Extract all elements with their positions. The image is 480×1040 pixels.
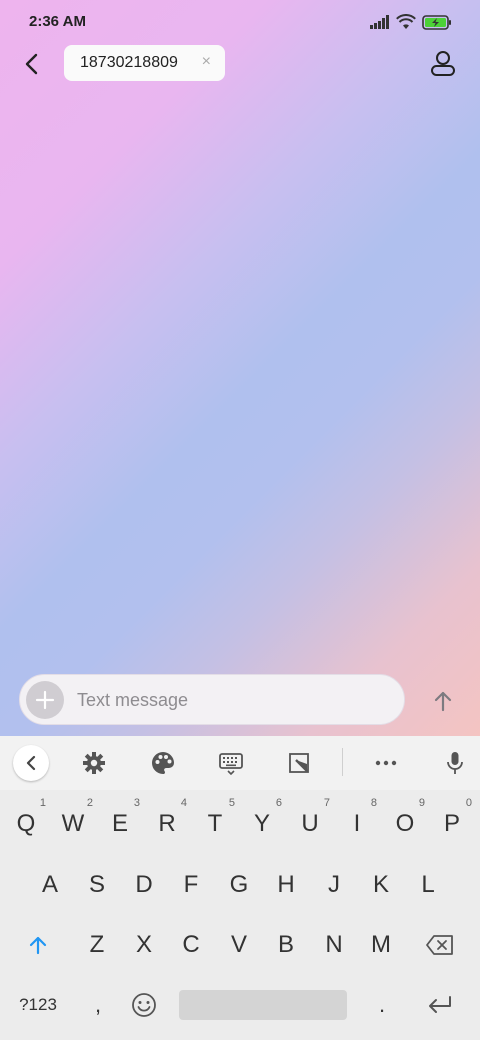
- send-arrow-icon: [434, 691, 452, 712]
- key-h[interactable]: H: [264, 859, 308, 911]
- keyboard: Q1 W2 E3 R4 T5 Y6 U7 I8 O9 P0 A S D F G …: [0, 736, 480, 1040]
- spacebar[interactable]: [179, 990, 347, 1020]
- contact-button[interactable]: [428, 48, 458, 78]
- key-a[interactable]: A: [28, 859, 72, 911]
- resize-icon[interactable]: [287, 750, 313, 776]
- key-p[interactable]: P0: [430, 797, 474, 850]
- wifi-icon: [396, 14, 416, 29]
- key-u[interactable]: U7: [288, 797, 332, 850]
- message-placeholder: Text message: [77, 690, 189, 710]
- plus-icon: [35, 690, 55, 710]
- key-b[interactable]: B: [264, 919, 308, 971]
- status-icons: [370, 13, 452, 31]
- toolbar-divider: [342, 748, 343, 776]
- comma-key[interactable]: ,: [76, 979, 120, 1031]
- keyboard-collapse-button[interactable]: [13, 745, 49, 781]
- add-attachment-button[interactable]: [26, 681, 64, 719]
- status-bar: 2:36 AM: [0, 0, 480, 44]
- shift-arrow-icon: [29, 936, 47, 955]
- symbols-key[interactable]: ?123: [10, 990, 66, 1020]
- key-l[interactable]: L: [406, 859, 450, 911]
- backspace-key[interactable]: [418, 919, 462, 971]
- chat-background: [0, 0, 480, 736]
- settings-gear-icon[interactable]: [81, 750, 107, 776]
- status-time: 2:36 AM: [29, 13, 86, 30]
- key-f[interactable]: F: [169, 859, 213, 911]
- microphone-icon[interactable]: [442, 750, 468, 776]
- key-t[interactable]: T5: [193, 797, 237, 850]
- key-i[interactable]: I8: [335, 797, 379, 850]
- key-x[interactable]: X: [122, 919, 166, 971]
- key-s[interactable]: S: [75, 859, 119, 911]
- emoji-key[interactable]: [122, 979, 166, 1031]
- period-key[interactable]: .: [360, 979, 404, 1031]
- key-z[interactable]: Z: [75, 919, 119, 971]
- more-dots-icon[interactable]: [373, 750, 399, 776]
- key-m[interactable]: M: [359, 919, 403, 971]
- key-y[interactable]: Y6: [240, 797, 284, 850]
- back-button[interactable]: [16, 48, 48, 80]
- battery-charging-icon: [422, 14, 451, 30]
- key-e[interactable]: E3: [98, 797, 142, 850]
- emoji-icon: [132, 993, 156, 1017]
- backspace-icon: [426, 935, 453, 955]
- collapse-icon: [26, 755, 36, 771]
- send-button[interactable]: [428, 686, 458, 716]
- enter-key[interactable]: [418, 979, 462, 1031]
- keyboard-toolbar: [0, 736, 480, 790]
- recipient-chip[interactable]: 18730218809 ×: [64, 45, 225, 81]
- shift-key[interactable]: [16, 919, 60, 971]
- contact-icon: [431, 51, 455, 76]
- remove-recipient-icon[interactable]: ×: [202, 53, 211, 71]
- key-w[interactable]: W2: [51, 797, 95, 850]
- key-k[interactable]: K: [359, 859, 403, 911]
- key-j[interactable]: J: [312, 859, 356, 911]
- key-v[interactable]: V: [217, 919, 261, 971]
- key-q[interactable]: Q1: [4, 797, 48, 850]
- enter-icon: [429, 996, 451, 1013]
- key-g[interactable]: G: [217, 859, 261, 911]
- key-c[interactable]: C: [169, 919, 213, 971]
- recipient-number: 18730218809: [80, 54, 178, 71]
- keyboard-icon[interactable]: [218, 750, 244, 776]
- signal-icon: [370, 15, 389, 29]
- key-n[interactable]: N: [312, 919, 356, 971]
- key-d[interactable]: D: [122, 859, 166, 911]
- theme-palette-icon[interactable]: [150, 750, 176, 776]
- back-arrow-icon: [25, 53, 38, 75]
- message-input[interactable]: Text message: [19, 674, 405, 725]
- key-r[interactable]: R4: [145, 797, 189, 850]
- key-o[interactable]: O9: [383, 797, 427, 850]
